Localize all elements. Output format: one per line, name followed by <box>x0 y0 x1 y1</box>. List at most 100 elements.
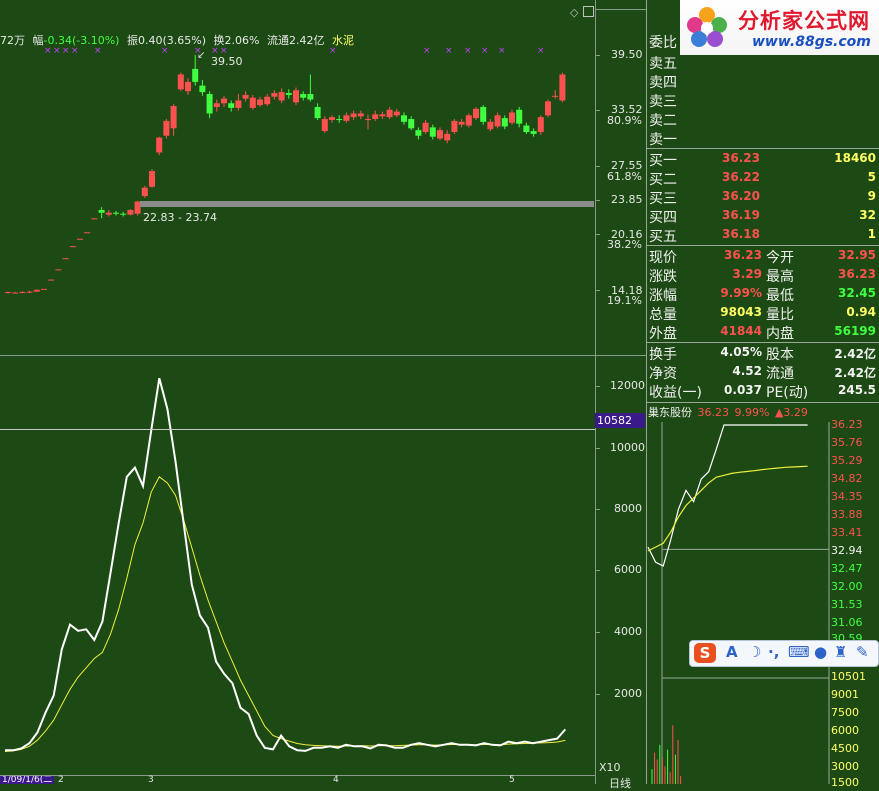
divider <box>647 148 879 149</box>
price-tick: 39.50 <box>611 48 643 61</box>
volume-line <box>5 377 567 752</box>
change-value: 3.29 <box>732 267 762 281</box>
tick-mark <box>595 632 600 633</box>
buy-row[interactable]: 买三 36.20 9 <box>647 188 879 207</box>
signal-marker: × <box>62 46 70 56</box>
main-chart-area[interactable]: 72万 幅-0.34(-3.10%) 振0.40(3.65%) 换2.06% 流… <box>0 0 646 790</box>
sell-label: 卖五 <box>649 56 677 72</box>
mini-price-tick: 35.29 <box>831 454 863 467</box>
sell-row[interactable]: 卖三 <box>647 91 879 110</box>
sell-label: 卖一 <box>649 132 677 148</box>
sell-row[interactable]: 卖一 <box>647 129 879 148</box>
signal-marker: × <box>94 46 102 56</box>
ime-mode-button[interactable]: A <box>726 643 738 661</box>
candle-body <box>41 288 47 290</box>
tick-mark <box>595 200 600 201</box>
stat-label: 换手 <box>649 347 677 363</box>
candle-body <box>120 213 127 215</box>
candle-body <box>372 114 379 120</box>
moon-icon[interactable]: ☽ <box>748 643 761 661</box>
divider <box>647 342 879 343</box>
user-icon[interactable]: ● <box>814 643 827 661</box>
date-cursor-label: 1/09/1/6(二 <box>0 776 55 784</box>
candle-body <box>91 218 98 220</box>
mini-avg-line <box>647 465 808 552</box>
stat-label: 最高 <box>766 269 794 285</box>
candle-body <box>278 92 285 101</box>
candle-body <box>321 119 328 132</box>
change-pct: 9.99% <box>720 286 762 300</box>
shirt-icon[interactable]: ♜ <box>834 643 847 661</box>
keyboard-icon[interactable]: ⌨ <box>788 643 810 661</box>
ime-toolbar[interactable]: S A ☽ ·, ⌨ ● ♜ ✎ <box>689 640 879 667</box>
volume-line-chart[interactable] <box>0 356 595 784</box>
mini-vol-tick: 9001 <box>831 688 859 701</box>
fib-pct: 19.1% <box>607 294 642 307</box>
flower-logo-icon <box>687 7 727 47</box>
signal-marker: × <box>481 46 489 56</box>
candle-body <box>350 113 357 118</box>
float-shares: 2.42亿 <box>834 366 876 380</box>
tick-mark <box>595 694 600 695</box>
wrench-icon[interactable]: ✎ <box>856 643 869 661</box>
stat-label: 收益(一) <box>649 385 702 401</box>
buy-price: 36.20 <box>722 189 760 203</box>
candle-body <box>336 119 343 121</box>
candle-body <box>235 100 242 108</box>
stat-row: 净资 4.52 流通 2.42亿 <box>647 363 879 382</box>
candle-body <box>149 171 155 187</box>
mini-pct: 9.99% <box>734 406 770 419</box>
stat-row: 换手 4.05% 股本 2.42亿 <box>647 344 879 363</box>
stat-row: 涨幅 9.99% 最低 32.45 <box>647 285 879 304</box>
price-axis-top <box>595 9 646 10</box>
signal-marker: × <box>329 46 337 56</box>
cursor-line <box>0 429 595 430</box>
high-pointer-icon: ↙ <box>197 50 206 61</box>
mini-price-tick: 31.06 <box>831 616 863 629</box>
buy-row[interactable]: 买一 36.23 18460 <box>647 150 879 169</box>
sogou-s-icon[interactable]: S <box>694 643 716 663</box>
eps: 0.037 <box>724 383 762 397</box>
buy-row[interactable]: 买二 36.22 5 <box>647 169 879 188</box>
candle-body <box>537 117 544 133</box>
net-assets: 4.52 <box>732 364 762 378</box>
volume-ma-line <box>4 476 566 752</box>
buy-row[interactable]: 买五 36.18 1 <box>647 226 879 245</box>
buy-label: 买二 <box>649 172 677 188</box>
mini-chart-title[interactable]: 巢东股份 36.23 9.99% ▲3.29 <box>648 404 808 420</box>
sell-row[interactable]: 卖二 <box>647 110 879 129</box>
stat-label: 量比 <box>766 307 794 323</box>
buy-price: 36.18 <box>722 227 760 241</box>
sell-row[interactable]: 卖五 <box>647 53 879 72</box>
candle-body <box>48 279 55 281</box>
stat-label: 流通 <box>766 366 794 382</box>
candle-body <box>429 127 436 137</box>
candle-body <box>26 291 33 293</box>
candle-body <box>156 137 163 153</box>
sell-row[interactable]: 卖四 <box>647 72 879 91</box>
candle-body <box>264 96 271 105</box>
candle-body <box>437 130 443 139</box>
divider <box>647 402 879 403</box>
period-selector[interactable]: 日线 <box>609 775 631 791</box>
buy-row[interactable]: 买四 36.19 32 <box>647 207 879 226</box>
candle-body <box>12 292 19 294</box>
buy-price: 36.19 <box>722 208 760 222</box>
candle-body <box>379 114 386 117</box>
candle-body <box>127 209 134 215</box>
candle-body <box>192 68 199 82</box>
punctuation-icon[interactable]: ·, <box>768 643 779 661</box>
candle-body <box>422 122 429 133</box>
candle-body <box>98 209 105 213</box>
candle-body <box>84 232 91 234</box>
signal-marker: × <box>71 46 79 56</box>
stat-label: 今开 <box>766 250 794 266</box>
volume-marker: 10582 <box>595 413 645 428</box>
candle-body <box>329 117 335 120</box>
inner-volume: 56199 <box>834 324 876 338</box>
mini-price: 36.23 <box>697 406 730 419</box>
candle-body <box>257 99 263 106</box>
tick-mark <box>595 386 600 387</box>
mini-price-tick: 31.53 <box>831 598 863 611</box>
site-logo[interactable]: 分析家公式网 www.88gs.com <box>680 0 879 55</box>
